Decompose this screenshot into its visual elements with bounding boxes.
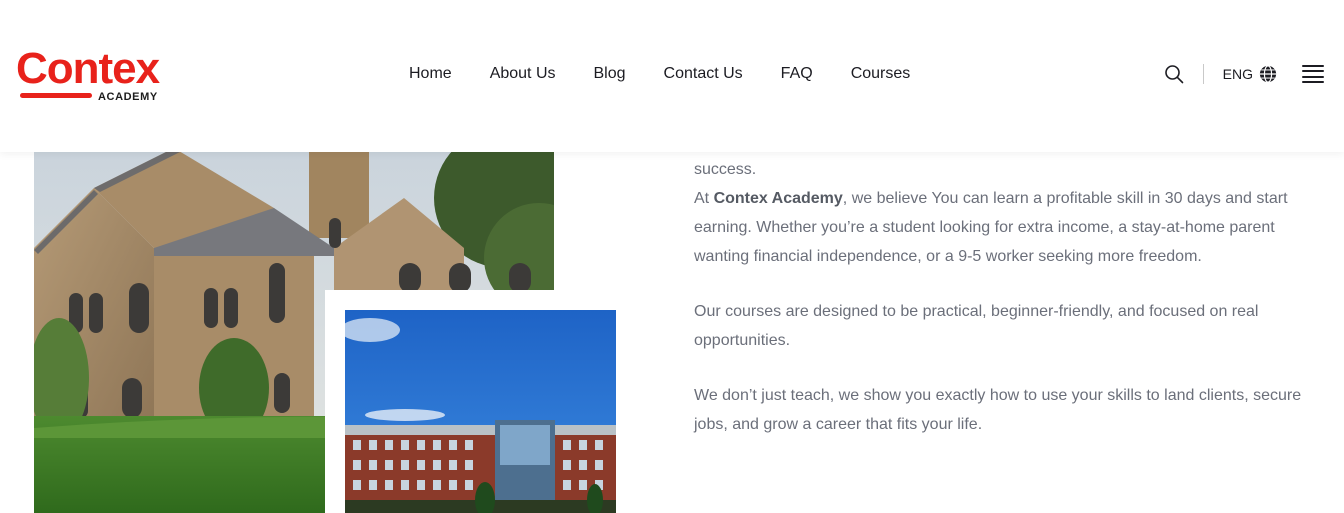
logo-wordmark: Contex bbox=[16, 44, 160, 93]
site-header: Contex ACADEMY Home About Us Blog Contac… bbox=[0, 0, 1344, 152]
globe-icon bbox=[1259, 65, 1277, 83]
logo-tagline: ACADEMY bbox=[98, 91, 158, 103]
about-paragraph-1: At Contex Academy, we believe You can le… bbox=[694, 190, 1288, 265]
nav-courses[interactable]: Courses bbox=[851, 63, 911, 85]
lead-fragment: success. bbox=[694, 161, 757, 178]
search-icon bbox=[1164, 65, 1183, 84]
nav-about-us[interactable]: About Us bbox=[490, 63, 556, 85]
hamburger-menu-button[interactable] bbox=[1302, 65, 1324, 83]
search-button[interactable] bbox=[1163, 63, 1185, 85]
nav-contact-us[interactable]: Contact Us bbox=[664, 63, 743, 85]
brand-mention: Contex Academy bbox=[713, 190, 843, 207]
header-tools: ENG bbox=[1163, 62, 1324, 86]
about-text: success. At Contex Academy, we believe Y… bbox=[694, 155, 1314, 439]
hamburger-icon bbox=[1302, 65, 1324, 67]
brand-logo[interactable]: Contex ACADEMY bbox=[16, 46, 171, 106]
language-code: ENG bbox=[1222, 66, 1253, 82]
nav-faq[interactable]: FAQ bbox=[781, 63, 813, 85]
language-selector[interactable]: ENG bbox=[1223, 65, 1277, 83]
about-paragraph-2: Our courses are designed to be practical… bbox=[694, 303, 1259, 349]
tools-divider bbox=[1202, 64, 1204, 84]
about-paragraph-3: We don’t just teach, we show you exactly… bbox=[694, 387, 1302, 433]
brick-building-photo bbox=[345, 310, 616, 513]
nav-home[interactable]: Home bbox=[409, 63, 452, 85]
nav-blog[interactable]: Blog bbox=[594, 63, 626, 85]
main-nav: Home About Us Blog Contact Us FAQ Course… bbox=[390, 63, 929, 85]
logo-underline bbox=[20, 93, 92, 98]
